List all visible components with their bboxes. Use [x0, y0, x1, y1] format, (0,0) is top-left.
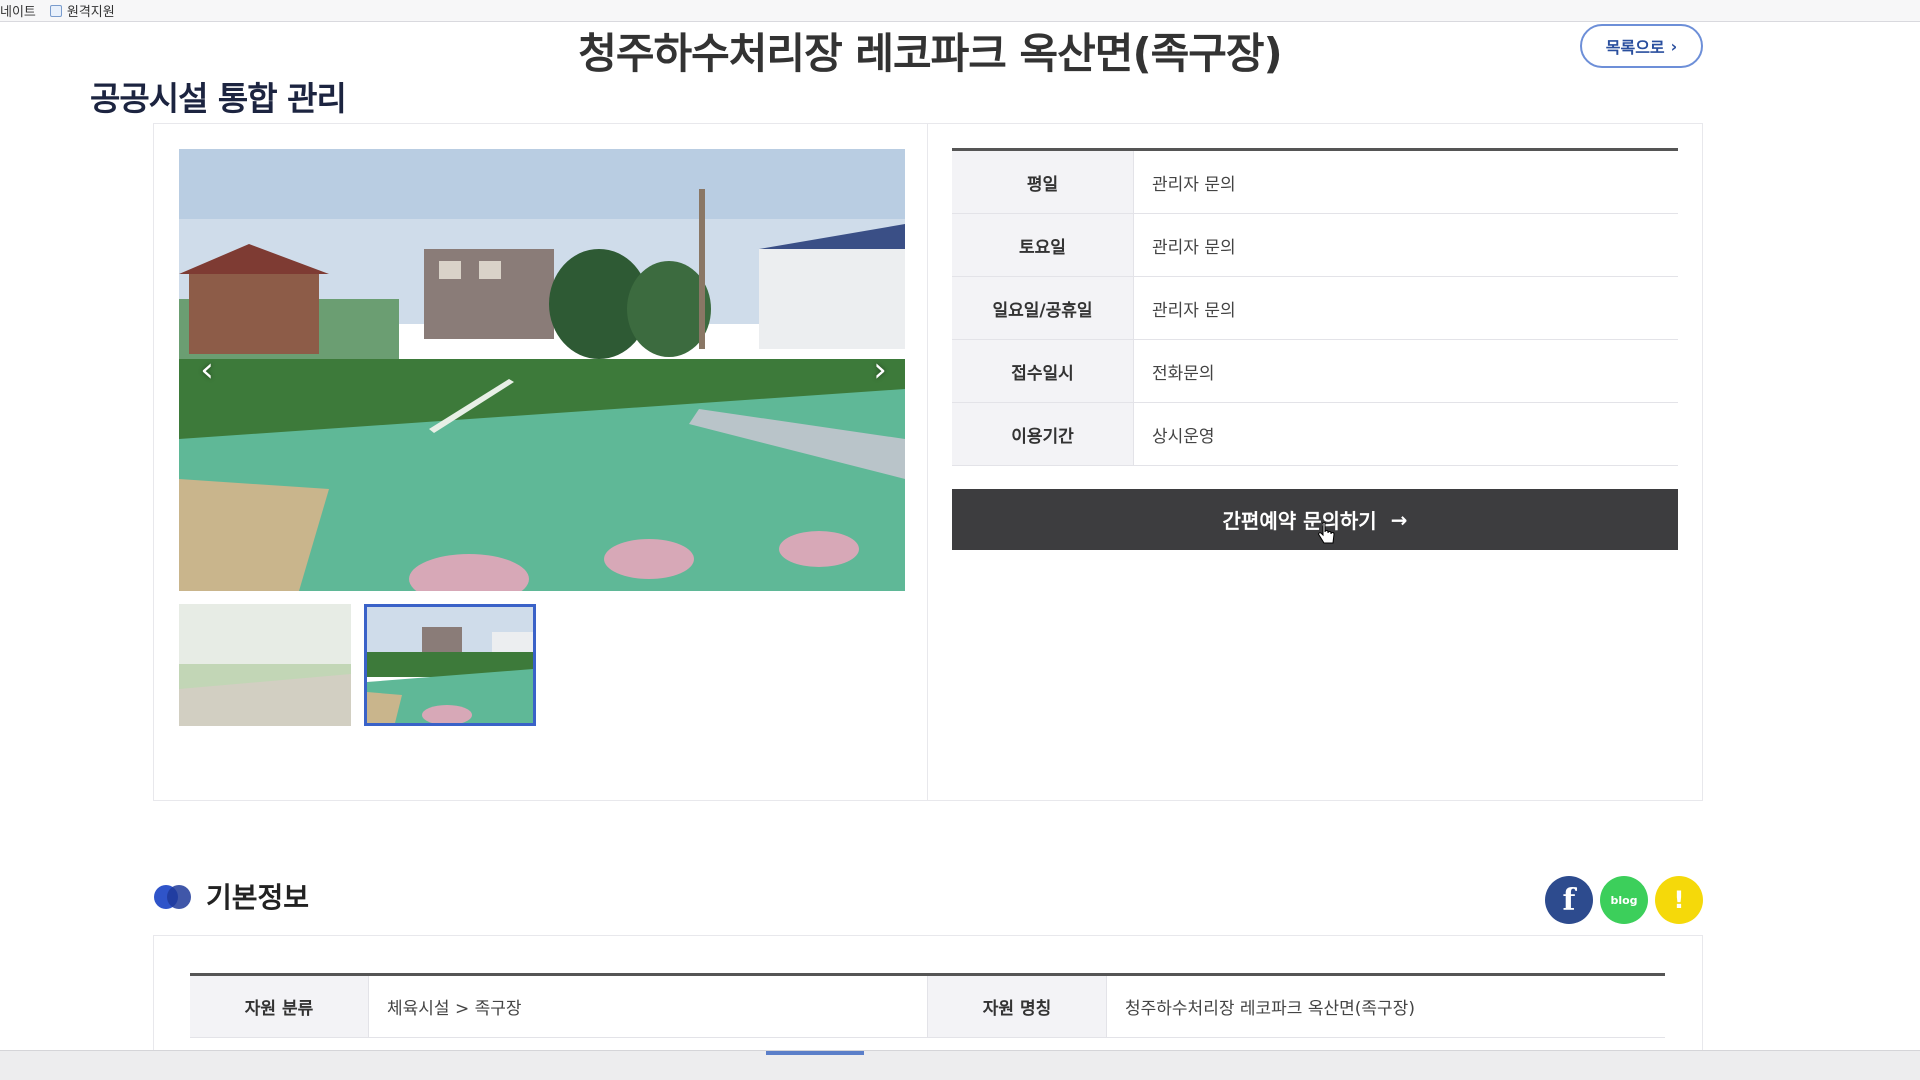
- back-to-list-button[interactable]: 목록으로 ›: [1580, 24, 1703, 68]
- quick-reservation-button[interactable]: 간편예약 문의하기 →: [952, 489, 1678, 550]
- photo-illustration: [179, 149, 905, 591]
- row-value: 상시운영: [1152, 426, 1215, 447]
- row-label: 평일: [952, 151, 1134, 213]
- row-label: 일요일/공휴일: [952, 277, 1134, 339]
- video-caption: 공공시설 통합 관리: [80, 68, 356, 124]
- list-button-label: 목록으로: [1605, 38, 1665, 57]
- bookmark-label: 원격지원: [66, 5, 115, 20]
- prev-photo-button[interactable]: ‹: [192, 350, 222, 390]
- row-value: 관리자 문의: [1152, 174, 1236, 195]
- row-value: 체육시설 > 족구장: [369, 976, 928, 1037]
- row-value: 청주하수처리장 레코파크 옥산면(족구장): [1125, 999, 1415, 1019]
- facebook-share-icon[interactable]: f: [1545, 876, 1593, 924]
- photo-thumbnail-selected[interactable]: [364, 604, 536, 726]
- thumbnail-image: [367, 607, 533, 723]
- blog-glyph: blog: [1610, 893, 1638, 907]
- chevron-left-icon: ‹: [200, 350, 214, 390]
- blog-share-icon[interactable]: blog: [1600, 876, 1648, 924]
- table-row: 토요일 관리자 문의: [952, 214, 1678, 277]
- table-row: 평일 관리자 문의: [952, 151, 1678, 214]
- kakaostory-share-icon[interactable]: !: [1655, 876, 1703, 924]
- page-icon: [49, 4, 62, 17]
- bookmark-label: 네이트: [0, 5, 36, 20]
- thumbnail-image: [179, 604, 351, 726]
- bookmark-nate[interactable]: 네이트: [0, 1, 36, 20]
- bookmark-bar: 네이트 원격지원: [0, 0, 1920, 22]
- bottom-scrollbar[interactable]: [0, 1050, 1920, 1080]
- chevron-right-icon: ›: [873, 350, 887, 390]
- row-value: 전화문의: [1152, 363, 1215, 384]
- table-row: 자원 분류 체육시설 > 족구장 자원 명칭 청주하수처리장 레코파크 옥산면(…: [190, 976, 1665, 1038]
- row-label: 자원 명칭: [928, 976, 1107, 1037]
- next-photo-button[interactable]: ›: [865, 350, 895, 390]
- page: 네이트 원격지원 청주하수처리장 레코파크 옥산면(족구장) 목록으로 › 공공…: [0, 0, 1920, 1080]
- table-row: 이용기간 상시운영: [952, 403, 1678, 466]
- row-label: 이용기간: [952, 403, 1134, 465]
- hand-cursor-icon: [1318, 522, 1335, 544]
- row-label: 자원 분류: [190, 976, 369, 1037]
- basic-info-heading: 기본정보: [206, 881, 310, 914]
- facebook-glyph: f: [1562, 882, 1576, 918]
- row-value: 관리자 문의: [1152, 237, 1236, 258]
- basic-info-table: 자원 분류 체육시설 > 족구장 자원 명칭 청주하수처리장 레코파크 옥산면(…: [190, 973, 1665, 1038]
- arrow-right-icon: →: [1390, 507, 1408, 532]
- reserve-button-label: 간편예약 문의하기: [1222, 509, 1377, 533]
- kakao-glyph: !: [1673, 886, 1685, 914]
- row-label: 토요일: [952, 214, 1134, 276]
- bookmark-remote-support[interactable]: 원격지원: [49, 1, 115, 20]
- operating-info-table: 평일 관리자 문의 토요일 관리자 문의 일요일/공휴일 관리자 문의 접수일시…: [952, 148, 1678, 466]
- facility-photo: [179, 149, 905, 591]
- photo-thumbnail[interactable]: [179, 604, 351, 726]
- row-value: 관리자 문의: [1152, 300, 1236, 321]
- section-bullet-icon: [154, 885, 191, 909]
- card-divider: [927, 123, 928, 801]
- scrollbar-thumb[interactable]: [766, 1051, 864, 1055]
- table-row: 접수일시 전화문의: [952, 340, 1678, 403]
- row-label: 접수일시: [952, 340, 1134, 402]
- chevron-right-icon: ›: [1670, 36, 1678, 56]
- table-row: 일요일/공휴일 관리자 문의: [952, 277, 1678, 340]
